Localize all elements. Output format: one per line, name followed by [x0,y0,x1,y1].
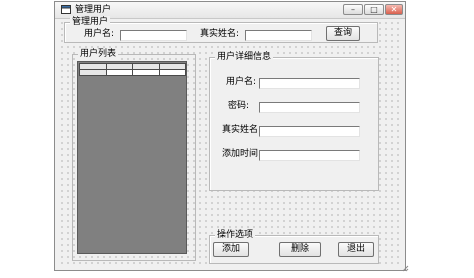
query-button[interactable]: 查询 [326,26,360,41]
options-group-legend: 操作选项 [215,229,256,241]
detail-username-label: 用户名: [226,77,257,87]
user-list-table [79,63,186,76]
search-username-input[interactable] [120,30,187,41]
grid-cell[interactable] [158,69,186,76]
search-realname-label: 真实姓名: [200,29,240,39]
add-button[interactable]: 添加 [213,242,249,257]
window-app-icon [61,5,71,14]
minimize-button[interactable]: – [343,4,363,15]
detail-addtime-label: 添加时间: [222,149,262,159]
grid-cell[interactable] [79,69,107,76]
resize-grip-icon[interactable] [401,264,409,272]
delete-button[interactable]: 删除 [279,242,321,257]
close-button[interactable]: ✕ [385,4,403,15]
user-list-group-legend: 用户列表 [78,48,119,60]
search-username-label: 用户名: [84,29,115,39]
user-list-grid[interactable] [77,61,187,254]
grid-cell[interactable] [132,69,160,76]
detail-realname-label: 真实姓名: [222,125,262,135]
search-realname-input[interactable] [245,30,312,41]
exit-button[interactable]: 退出 [338,242,374,257]
maximize-button[interactable]: □ [364,4,384,15]
user-detail-group-legend: 用户详细信息 [215,51,274,63]
detail-username-input[interactable] [259,78,360,89]
detail-password-label: 密码: [228,101,250,111]
grid-row[interactable] [79,69,186,76]
grid-cell[interactable] [105,69,133,76]
detail-password-input[interactable] [259,102,360,113]
search-group-legend: 管理用户 [70,16,111,28]
window-title: 管理用户 [75,5,112,15]
detail-realname-input[interactable] [259,126,360,137]
detail-addtime-input[interactable] [259,150,360,161]
